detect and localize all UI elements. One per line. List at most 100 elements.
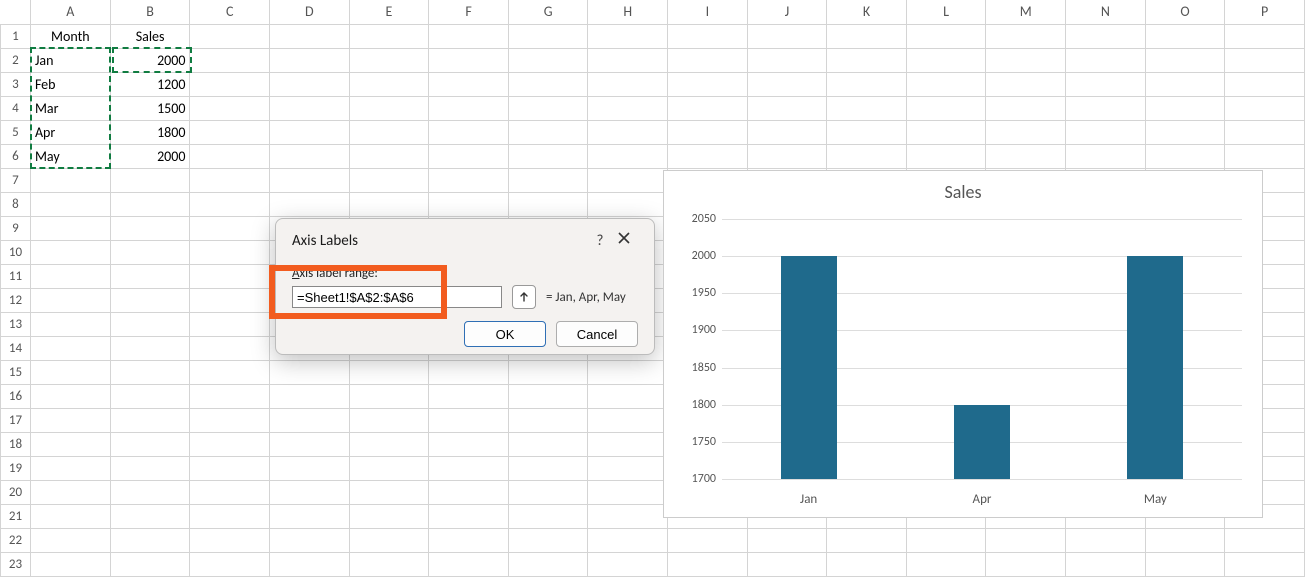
- column-header[interactable]: D: [270, 0, 350, 24]
- cell[interactable]: [270, 456, 350, 480]
- cell[interactable]: [30, 480, 110, 504]
- cell[interactable]: [270, 480, 350, 504]
- cell[interactable]: [349, 72, 429, 96]
- cell[interactable]: [270, 72, 350, 96]
- cell[interactable]: [190, 96, 270, 120]
- column-header[interactable]: O: [1145, 0, 1225, 24]
- cell[interactable]: Month: [30, 24, 110, 48]
- cell[interactable]: [986, 552, 1066, 576]
- cell[interactable]: [588, 168, 668, 192]
- cell[interactable]: [906, 120, 986, 144]
- column-header[interactable]: H: [588, 0, 668, 24]
- cell[interactable]: [110, 336, 190, 360]
- cell[interactable]: [508, 528, 588, 552]
- cell[interactable]: [1145, 552, 1225, 576]
- cell[interactable]: [190, 528, 270, 552]
- cell[interactable]: [668, 120, 748, 144]
- cell[interactable]: [270, 120, 350, 144]
- cell[interactable]: [588, 456, 668, 480]
- cell[interactable]: [1225, 120, 1305, 144]
- cell[interactable]: [508, 144, 588, 168]
- cell[interactable]: [588, 504, 668, 528]
- cell[interactable]: [30, 528, 110, 552]
- row-header[interactable]: 20: [1, 480, 31, 504]
- cell[interactable]: [668, 24, 748, 48]
- row-header[interactable]: 22: [1, 528, 31, 552]
- cell[interactable]: [668, 528, 748, 552]
- cell[interactable]: [1145, 48, 1225, 72]
- cell[interactable]: [349, 456, 429, 480]
- cell[interactable]: [110, 312, 190, 336]
- axis-label-range-input[interactable]: [292, 286, 502, 308]
- cell[interactable]: [190, 456, 270, 480]
- cell[interactable]: [190, 432, 270, 456]
- cell[interactable]: [190, 552, 270, 576]
- cell[interactable]: [429, 528, 509, 552]
- cell[interactable]: [30, 360, 110, 384]
- cell[interactable]: Feb: [30, 72, 110, 96]
- column-header[interactable]: L: [906, 0, 986, 24]
- cell[interactable]: [30, 456, 110, 480]
- cell[interactable]: [349, 96, 429, 120]
- column-header[interactable]: B: [110, 0, 190, 24]
- cell[interactable]: [1225, 24, 1305, 48]
- cell[interactable]: [1225, 528, 1305, 552]
- cell[interactable]: Jan: [30, 48, 110, 72]
- select-all-corner[interactable]: [1, 0, 31, 24]
- column-header[interactable]: I: [668, 0, 748, 24]
- cell[interactable]: [668, 48, 748, 72]
- cell[interactable]: [429, 384, 509, 408]
- cell[interactable]: [906, 72, 986, 96]
- collapse-dialog-icon[interactable]: [512, 285, 536, 309]
- cell[interactable]: 1200: [110, 72, 190, 96]
- cell[interactable]: [1145, 72, 1225, 96]
- cell[interactable]: [508, 456, 588, 480]
- cell[interactable]: [986, 120, 1066, 144]
- cell[interactable]: [190, 216, 270, 240]
- cell[interactable]: [30, 288, 110, 312]
- row-header[interactable]: 14: [1, 336, 31, 360]
- cancel-button[interactable]: Cancel: [556, 321, 638, 347]
- cell[interactable]: [270, 408, 350, 432]
- row-header[interactable]: 9: [1, 216, 31, 240]
- cell[interactable]: [349, 360, 429, 384]
- cell[interactable]: [747, 24, 827, 48]
- cell[interactable]: [349, 192, 429, 216]
- cell[interactable]: [827, 144, 907, 168]
- cell[interactable]: May: [30, 144, 110, 168]
- cell[interactable]: [1225, 72, 1305, 96]
- cell[interactable]: [1145, 528, 1225, 552]
- cell[interactable]: [429, 144, 509, 168]
- cell[interactable]: [190, 24, 270, 48]
- cell[interactable]: [827, 48, 907, 72]
- cell[interactable]: [588, 408, 668, 432]
- cell[interactable]: [30, 216, 110, 240]
- column-header[interactable]: P: [1225, 0, 1305, 24]
- cell[interactable]: [827, 528, 907, 552]
- column-header[interactable]: F: [429, 0, 509, 24]
- cell[interactable]: [349, 48, 429, 72]
- help-icon[interactable]: ?: [590, 232, 610, 250]
- cell[interactable]: [906, 144, 986, 168]
- cell[interactable]: [508, 96, 588, 120]
- cell[interactable]: [190, 360, 270, 384]
- cell[interactable]: [429, 48, 509, 72]
- cell[interactable]: [508, 72, 588, 96]
- cell[interactable]: [668, 144, 748, 168]
- cell[interactable]: [588, 384, 668, 408]
- row-header[interactable]: 17: [1, 408, 31, 432]
- cell[interactable]: [747, 528, 827, 552]
- cell[interactable]: [906, 552, 986, 576]
- cell[interactable]: [986, 144, 1066, 168]
- row-header[interactable]: 7: [1, 168, 31, 192]
- cell[interactable]: [110, 264, 190, 288]
- cell[interactable]: [110, 480, 190, 504]
- cell[interactable]: [270, 504, 350, 528]
- cell[interactable]: [429, 456, 509, 480]
- row-header[interactable]: 13: [1, 312, 31, 336]
- cell[interactable]: [1225, 96, 1305, 120]
- cell[interactable]: [30, 504, 110, 528]
- row-header[interactable]: 1: [1, 24, 31, 48]
- cell[interactable]: [1225, 48, 1305, 72]
- cell[interactable]: [508, 360, 588, 384]
